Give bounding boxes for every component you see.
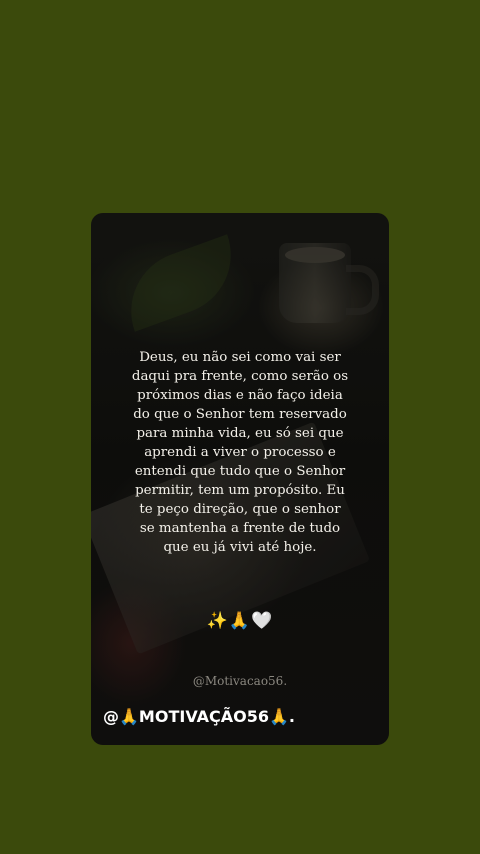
account-handle: @🙏MOTIVAÇÃO56🙏. — [103, 707, 295, 726]
watermark-text: @Motivacao56. — [192, 674, 288, 688]
post-card: Deus, eu não sei como vai ser daqui pra … — [91, 213, 389, 745]
prayer-message: Deus, eu não sei como vai ser daqui pra … — [131, 350, 349, 555]
emoji-row: ✨🙏🤍 — [206, 611, 274, 631]
